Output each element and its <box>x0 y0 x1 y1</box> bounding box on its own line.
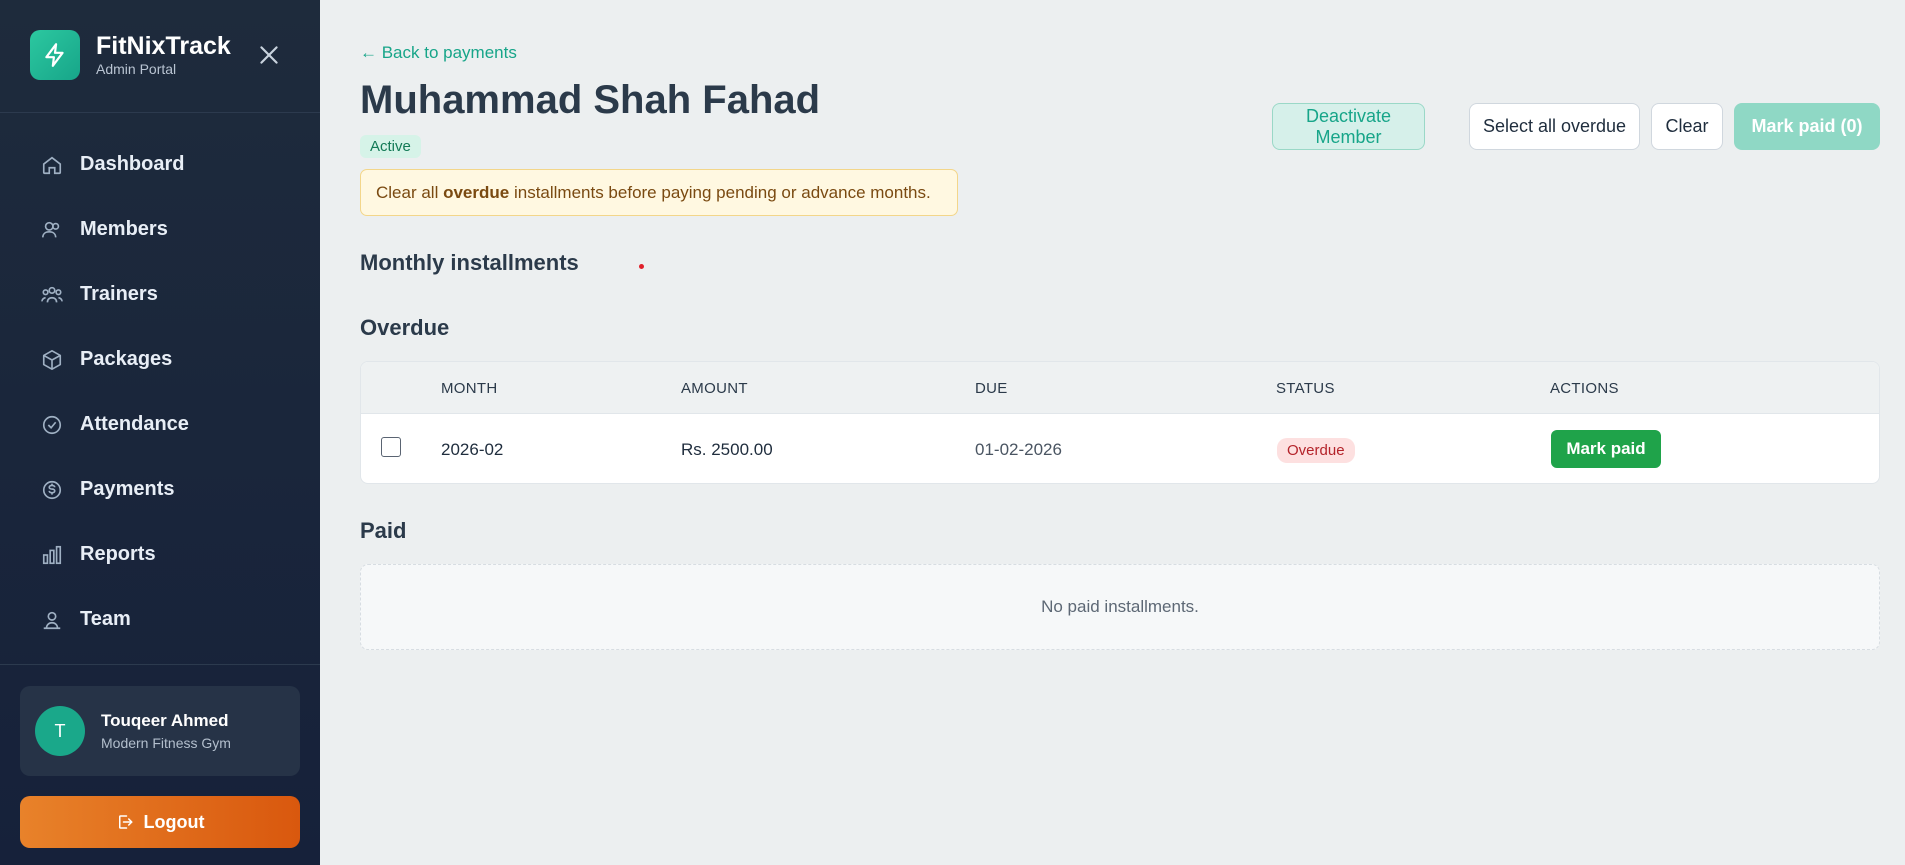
sidebar-item-dashboard[interactable]: Dashboard <box>0 132 320 197</box>
sidebar-item-payments[interactable]: Payments <box>0 457 320 522</box>
sidebar-item-trainers[interactable]: Trainers <box>0 262 320 327</box>
row-amount: Rs. 2500.00 <box>681 440 773 459</box>
sidebar-item-members[interactable]: Members <box>0 197 320 262</box>
overdue-warning: Clear all overdue installments before pa… <box>360 169 958 216</box>
column-actions: ACTIONS <box>1550 380 1619 397</box>
table-header: MONTH AMOUNT DUE STATUS ACTIONS <box>361 362 1879 414</box>
clear-button[interactable]: Clear <box>1651 103 1723 150</box>
team-icon <box>40 608 64 632</box>
sidebar: FitNixTrack Admin Portal Dashboard Membe… <box>0 0 320 865</box>
users-icon <box>40 218 64 242</box>
column-amount: AMOUNT <box>681 380 748 397</box>
group-icon <box>40 283 64 307</box>
status-badge: Active <box>360 135 421 158</box>
sidebar-item-label: Trainers <box>80 283 158 305</box>
divider <box>0 112 320 113</box>
sidebar-item-label: Attendance <box>80 413 189 435</box>
mark-paid-selected-button[interactable]: Mark paid (0) <box>1734 103 1880 150</box>
check-circle-icon <box>40 413 64 437</box>
column-month: MONTH <box>441 380 498 397</box>
close-icon[interactable] <box>256 42 282 68</box>
page-title: Muhammad Shah Fahad <box>360 78 821 122</box>
sidebar-item-reports[interactable]: Reports <box>0 522 320 587</box>
sidebar-item-attendance[interactable]: Attendance <box>0 392 320 457</box>
paid-empty-state: No paid installments. <box>360 564 1880 650</box>
app-title: FitNixTrack <box>96 32 231 60</box>
table-row: 2026-02 Rs. 2500.00 01-02-2026 Overdue M… <box>361 414 1879 483</box>
box-icon <box>40 348 64 372</box>
user-card: T Touqeer Ahmed Modern Fitness Gym <box>20 686 300 776</box>
sidebar-item-team[interactable]: Team <box>0 587 320 652</box>
back-to-payments-link[interactable]: ← Back to payments <box>360 43 517 63</box>
sidebar-item-label: Members <box>80 218 168 240</box>
warning-bold: overdue <box>443 183 510 202</box>
main-content: ← Back to payments Muhammad Shah Fahad A… <box>320 0 1905 865</box>
section-title: Monthly installments <box>360 250 579 275</box>
brand: FitNixTrack Admin Portal <box>30 30 231 80</box>
user-name: Touqeer Ahmed <box>101 711 229 730</box>
column-due: DUE <box>975 380 1008 397</box>
dollar-icon <box>40 478 64 502</box>
overdue-table: MONTH AMOUNT DUE STATUS ACTIONS 2026-02 … <box>360 361 1880 484</box>
deactivate-member-button[interactable]: Deactivate Member <box>1272 103 1425 150</box>
row-month: 2026-02 <box>441 440 504 459</box>
cursor-dot <box>639 264 644 269</box>
row-checkbox[interactable] <box>381 437 401 457</box>
overdue-title: Overdue <box>360 315 450 340</box>
lightning-icon <box>30 30 80 80</box>
select-all-overdue-button[interactable]: Select all overdue <box>1469 103 1640 150</box>
sidebar-item-label: Dashboard <box>80 153 185 175</box>
sidebar-item-label: Payments <box>80 478 175 500</box>
status-badge: Overdue <box>1277 438 1355 463</box>
column-status: STATUS <box>1276 380 1335 397</box>
app-subtitle: Admin Portal <box>96 61 177 77</box>
warning-prefix: Clear all <box>376 183 444 202</box>
sidebar-item-label: Team <box>80 608 131 630</box>
paid-title: Paid <box>360 518 407 543</box>
mark-paid-button[interactable]: Mark paid <box>1551 430 1661 468</box>
bar-chart-icon <box>40 543 64 567</box>
logout-icon <box>116 813 134 831</box>
warning-suffix: installments before paying pending or ad… <box>509 183 931 202</box>
home-icon <box>40 153 64 177</box>
logout-label: Logout <box>143 811 205 832</box>
sidebar-nav: Dashboard Members Trainers Packages Atte… <box>0 132 320 652</box>
sidebar-item-label: Packages <box>80 348 173 370</box>
divider <box>0 664 320 665</box>
sidebar-item-label: Reports <box>80 543 156 565</box>
row-due: 01-02-2026 <box>975 440 1062 459</box>
logout-button[interactable]: Logout <box>20 796 300 848</box>
user-org: Modern Fitness Gym <box>101 735 231 751</box>
avatar: T <box>35 706 85 756</box>
sidebar-item-packages[interactable]: Packages <box>0 327 320 392</box>
